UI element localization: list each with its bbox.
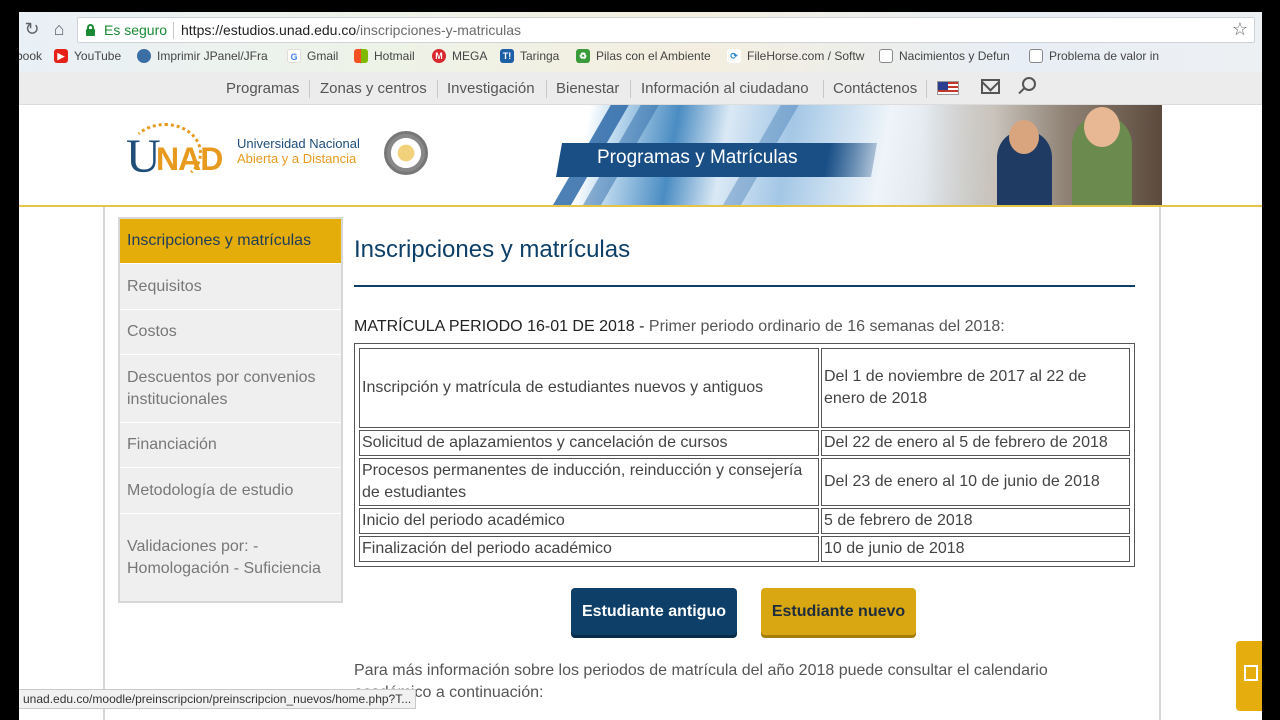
sidebar-item-metodologia[interactable]: Metodología de estudio: [120, 468, 341, 514]
table-row: Inscripción y matrícula de estudiantes n…: [359, 348, 1130, 428]
bookmark-item[interactable]: M MEGA: [432, 49, 487, 63]
colombia-seal-icon: [384, 131, 428, 175]
windows-icon: [354, 49, 368, 63]
mail-icon[interactable]: [981, 79, 1000, 94]
table-row: Procesos permanentes de inducción, reind…: [359, 458, 1130, 506]
dates-cell: 5 de febrero de 2018: [821, 508, 1130, 534]
english-flag-icon[interactable]: [937, 81, 959, 95]
activity-cell: Finalización del periodo académico: [359, 536, 819, 562]
page-title: Inscripciones y matrículas: [354, 236, 631, 263]
activity-cell: Inicio del periodo académico: [359, 508, 819, 534]
dates-cell: Del 23 de enero al 10 de junio de 2018: [821, 458, 1130, 506]
filehorse-icon: ⟳: [727, 49, 741, 63]
university-name: Universidad Nacional Abierta y a Distanc…: [237, 136, 360, 166]
nav-bienestar[interactable]: Bienestar: [556, 80, 619, 97]
bookmark-star-icon[interactable]: ☆: [1232, 19, 1248, 40]
taringa-icon: T!: [500, 49, 514, 63]
browser-chrome: ↻ ⌂ Es seguro https://estudios.unad.edu.…: [19, 12, 1262, 72]
recycle-icon: ♻: [576, 49, 590, 63]
table-row: Inicio del periodo académico 5 de febrer…: [359, 508, 1130, 534]
search-icon[interactable]: [1022, 77, 1036, 91]
bookmark-item[interactable]: Hotmail: [354, 49, 415, 63]
more-info-text: Para más información sobre los periodos …: [354, 662, 1048, 701]
nav-zonas-y-centros[interactable]: Zonas y centros: [320, 80, 427, 97]
site-top-nav: Programas Zonas y centros Investigación …: [19, 72, 1262, 105]
sidebar-item-inscripciones[interactable]: Inscripciones y matrículas: [120, 219, 341, 264]
floating-side-tab[interactable]: [1236, 641, 1262, 711]
nav-contactenos[interactable]: Contáctenos: [833, 80, 917, 97]
page-icon: [879, 49, 893, 63]
bookmark-item[interactable]: Nacimientos y Defun: [879, 49, 1010, 63]
estudiante-nuevo-button[interactable]: Estudiante nuevo: [761, 588, 916, 635]
nav-investigacion[interactable]: Investigación: [447, 80, 535, 97]
status-bar-url: unad.edu.co/moodle/preinscripcion/preins…: [19, 689, 417, 709]
title-divider: [354, 285, 1135, 287]
bookmark-item[interactable]: book: [19, 49, 42, 63]
dates-cell: Del 22 de enero al 5 de febrero de 2018: [821, 430, 1130, 456]
home-icon[interactable]: ⌂: [48, 18, 70, 40]
mega-icon: M: [432, 49, 446, 63]
sidebar-item-financiacion[interactable]: Financiación: [120, 423, 341, 468]
main-content: Inscripciones y matrículas MATRÍCULA PER…: [354, 236, 1136, 701]
bookmark-item[interactable]: ♻ Pilas con el Ambiente: [576, 49, 711, 63]
banner-title: Programas y Matrículas: [597, 147, 798, 168]
bookmarks-bar: book ▶ YouTube Imprimir JPanel/JFra G Gmai…: [19, 46, 1262, 70]
youtube-icon: ▶: [54, 49, 68, 63]
section-sidebar: Inscripciones y matrículas Requisitos Co…: [118, 217, 343, 603]
sidebar-item-costos[interactable]: Costos: [120, 310, 341, 355]
activity-cell: Solicitud de aplazamientos y cancelación…: [359, 430, 819, 456]
browser-window: ↻ ⌂ Es seguro https://estudios.unad.edu.…: [19, 12, 1262, 720]
address-bar[interactable]: Es seguro https://estudios.unad.edu.co/i…: [77, 17, 1255, 43]
site-icon: [137, 49, 151, 63]
bookmark-item[interactable]: Imprimir JPanel/JFra: [137, 49, 268, 63]
table-row: Solicitud de aplazamientos y cancelación…: [359, 430, 1130, 456]
bookmark-item[interactable]: ▶ YouTube: [54, 49, 121, 63]
header-banner: Programas y Matrículas: [539, 105, 1162, 205]
bookmark-item[interactable]: G Gmail: [287, 49, 338, 63]
google-icon: G: [287, 49, 301, 63]
sidebar-item-descuentos[interactable]: Descuentos por convenios institucionales: [120, 355, 341, 423]
sidebar-item-requisitos[interactable]: Requisitos: [120, 264, 341, 310]
document-icon: [1244, 665, 1258, 681]
unad-logo[interactable]: U NAD: [126, 123, 226, 183]
estudiante-antiguo-button[interactable]: Estudiante antiguo: [571, 588, 737, 635]
bookmark-item[interactable]: Problema de valor in: [1029, 49, 1159, 63]
period-heading: MATRÍCULA PERIODO 16-01 DE 2018 - Primer…: [354, 318, 1005, 335]
table-row: Finalización del periodo académico 10 de…: [359, 536, 1130, 562]
reload-icon[interactable]: ↻: [21, 18, 43, 40]
bookmark-item[interactable]: T! Taringa: [500, 49, 559, 63]
schedule-table: Inscripción y matrícula de estudiantes n…: [354, 343, 1135, 567]
nav-informacion-ciudadano[interactable]: Información al ciudadano: [641, 80, 809, 97]
sidebar-item-validaciones[interactable]: Validaciones por: - Homologación - Sufic…: [120, 514, 341, 601]
lock-icon: [86, 24, 95, 36]
page-icon: [1029, 49, 1043, 63]
dates-cell: Del 1 de noviembre de 2017 al 22 de ener…: [821, 348, 1130, 428]
activity-cell: Procesos permanentes de inducción, reind…: [359, 458, 819, 506]
nav-programas[interactable]: Programas: [226, 80, 299, 97]
url-text[interactable]: https://estudios.unad.edu.co/inscripcion…: [181, 22, 521, 38]
site-header: U NAD Universidad Nacional Abierta y a D…: [19, 105, 1262, 207]
activity-cell: Inscripción y matrícula de estudiantes n…: [359, 348, 819, 428]
secure-label: Es seguro: [104, 22, 168, 38]
dates-cell: 10 de junio de 2018: [821, 536, 1130, 562]
bookmark-item[interactable]: ⟳ FileHorse.com / Softw: [727, 49, 864, 63]
